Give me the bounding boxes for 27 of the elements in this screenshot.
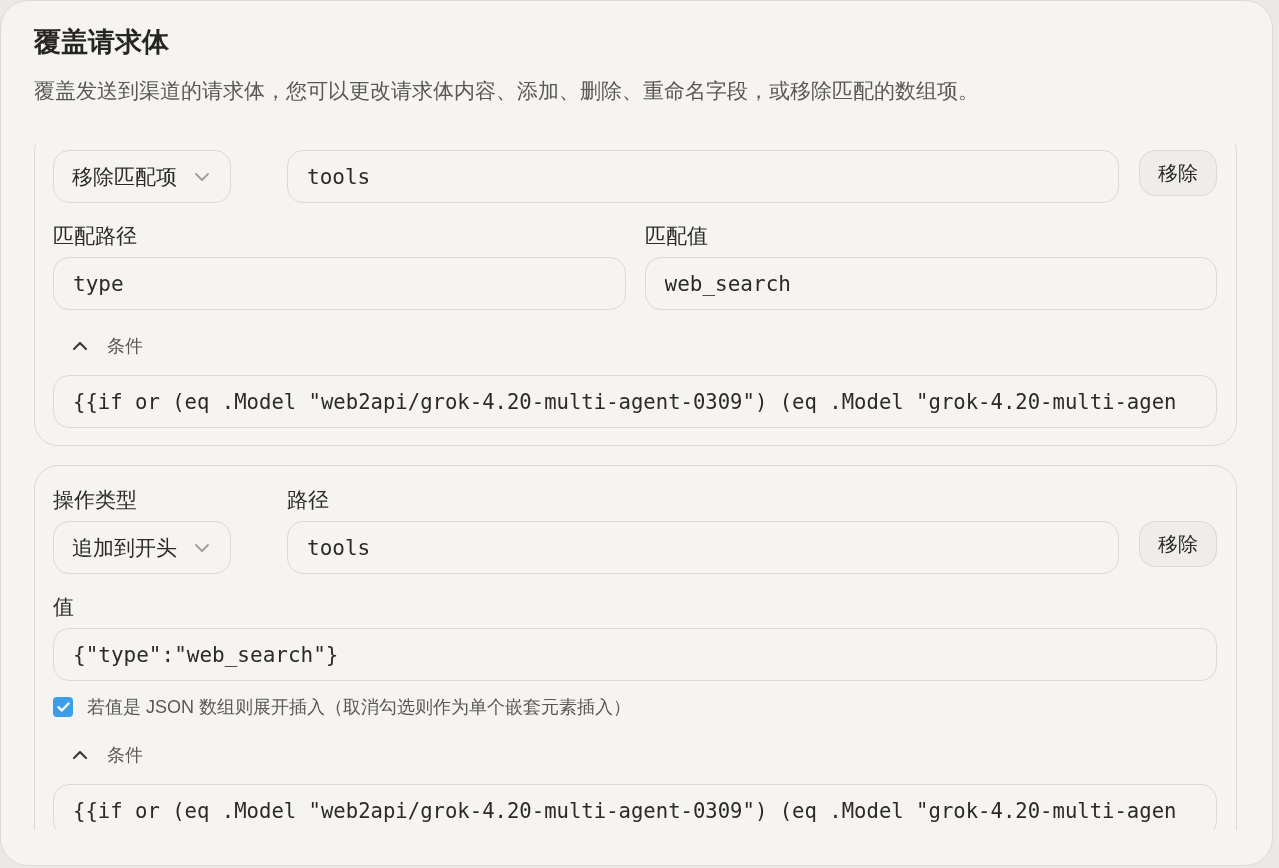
checkbox[interactable] xyxy=(53,697,73,717)
condition-input[interactable]: {{if or (eq .Model "web2api/grok-4.20-multi-agent-0309") (eq .Model "grok-4.20-multi-agen xyxy=(53,784,1217,830)
field-label: 匹配值 xyxy=(644,224,708,248)
operation-select[interactable]: 追加到开头 xyxy=(53,521,231,574)
condition-toggle[interactable]: 条件 xyxy=(73,334,143,358)
text-input[interactable]: web_search xyxy=(644,257,1217,310)
path-input[interactable]: tools xyxy=(287,521,1119,574)
field-label: 路径 xyxy=(287,488,329,512)
chevron-up-icon xyxy=(73,751,87,759)
field-label: 匹配路径 xyxy=(53,224,137,248)
field-label: 值 xyxy=(53,595,74,619)
dialog-description: 覆盖发送到渠道的请求体，您可以更改请求体内容、添加、删除、重命名字段，或移除匹配的数组项。 xyxy=(34,78,979,104)
condition-toggle[interactable]: 条件 xyxy=(73,743,143,767)
value-input[interactable]: {"type":"web_search"} xyxy=(53,628,1217,681)
remove-button[interactable]: 移除 xyxy=(1139,150,1217,196)
checkmark-icon xyxy=(56,702,70,712)
chevron-down-icon xyxy=(195,172,209,181)
operation-select[interactable]: 移除匹配项 xyxy=(53,150,231,203)
text-input[interactable]: type xyxy=(53,257,626,310)
chevron-down-icon xyxy=(195,543,209,552)
remove-button[interactable]: 移除 xyxy=(1139,521,1217,567)
dialog-title: 覆盖请求体 xyxy=(34,26,169,59)
checkbox-label: 若值是 JSON 数组则展开插入（取消勾选则作为单个嵌套元素插入） xyxy=(87,696,631,719)
path-input[interactable]: tools xyxy=(287,150,1119,203)
condition-input[interactable]: {{if or (eq .Model "web2api/grok-4.20-multi-agent-0309") (eq .Model "grok-4.20-multi-agen xyxy=(53,375,1217,428)
chevron-up-icon xyxy=(73,342,87,350)
field-label: 操作类型 xyxy=(53,488,137,512)
